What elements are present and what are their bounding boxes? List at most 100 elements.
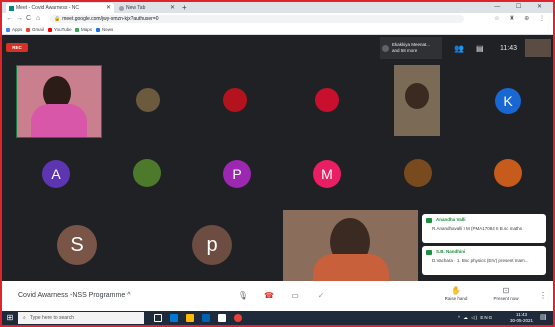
bookmarks-bar: Apps Gmail YouTube Maps News <box>2 25 553 35</box>
present-icon: ⊡ <box>502 286 510 295</box>
home-button[interactable]: ⌂ <box>36 13 40 25</box>
windows-start-button[interactable]: ⊞ <box>5 313 15 323</box>
participant-face <box>405 83 429 109</box>
leave-call-button[interactable]: ☎ <box>262 289 276 303</box>
windows-taskbar: ⊞ ⌕ Type here to search ^ ☁ ◁) ENG 11:43 … <box>2 311 553 325</box>
chat-text: R.Anandhavalli I M (PMA17084 II B.sc mat… <box>432 226 523 231</box>
bookmark-maps[interactable]: Maps <box>75 25 92 34</box>
meeting-details[interactable]: Covid Awarness -NSS Programme ^ <box>18 291 131 301</box>
edge-icon[interactable] <box>170 314 178 322</box>
bookmark-label: Apps <box>12 27 23 32</box>
extension-icons[interactable]: ☆ ♜ ⊕ ⋮ <box>494 13 549 25</box>
chevron-up-icon: ^ <box>127 292 131 299</box>
chat-message-card[interactable]: S.B. Nandhini D.Vachara · 1. Bsc physics… <box>422 246 546 275</box>
meet-favicon-icon <box>9 5 14 11</box>
taskbar-search-placeholder: Type here to search <box>29 315 75 321</box>
task-view-icon[interactable] <box>154 314 162 322</box>
participant-avatar-photo[interactable] <box>136 88 160 112</box>
chat-message-card[interactable]: Anandha Valli R.Anandhavalli I M (PMA170… <box>422 214 546 243</box>
notifications-icon[interactable]: ▤ <box>540 314 548 322</box>
tab-new-tab-label: New Tab <box>126 5 146 11</box>
chat-sender: S.B. Nandhini <box>436 249 466 254</box>
mail-icon[interactable] <box>218 314 226 322</box>
participant-avatar-k[interactable]: K <box>495 88 521 114</box>
news-icon <box>96 27 100 32</box>
taskbar-search-box[interactable]: ⌕ Type here to search <box>18 312 144 324</box>
tab-meet[interactable]: Meet - Covid Awarness - NC ✕ <box>6 3 114 13</box>
present-now-button[interactable]: ⊡ Present now <box>486 285 526 302</box>
chat-message-icon <box>426 250 432 255</box>
people-icon[interactable]: 👥 <box>454 44 464 53</box>
window-controls[interactable]: — ☐ ✕ <box>494 2 549 13</box>
maps-icon <box>75 27 79 32</box>
raise-hand-label: Raise hand <box>444 296 468 301</box>
file-explorer-icon[interactable] <box>186 314 194 322</box>
chat-message-icon <box>426 218 432 223</box>
camera-button[interactable]: ▭ <box>288 289 302 303</box>
browser-toolbar: ← → C ⌂ 🔒 meet.google.com/jwy-xmzn-kjx?au… <box>2 13 553 25</box>
bookmark-label: Maps <box>81 27 93 32</box>
bookmark-apps[interactable]: Apps <box>6 25 22 34</box>
meeting-name: Covid Awarness -NSS Programme <box>18 292 126 299</box>
gmail-icon <box>26 27 30 32</box>
chrome-favicon-icon <box>119 5 124 11</box>
close-tab-icon[interactable]: ✕ <box>170 3 175 13</box>
url-text: meet.google.com/jwy-xmzn-kjx?authuser=0 <box>62 16 159 22</box>
chat-sender: Anandha Valli <box>436 217 466 222</box>
raise-hand-icon: ✋ <box>451 286 461 295</box>
youtube-icon <box>48 27 52 32</box>
chrome-icon[interactable] <box>234 314 242 322</box>
reload-button[interactable]: C <box>26 13 31 25</box>
recording-badge: REC <box>6 43 28 52</box>
bookmark-gmail[interactable]: Gmail <box>26 25 44 34</box>
participant-avatar-photo[interactable] <box>404 159 432 187</box>
participant-video-tile[interactable] <box>394 65 440 136</box>
participant-avatar-photo[interactable] <box>494 159 522 187</box>
check-icon[interactable]: ✓ <box>314 289 328 303</box>
search-icon: ⌕ <box>23 315 26 321</box>
participant-avatar-p[interactable]: P <box>223 160 251 188</box>
bookmark-youtube[interactable]: YouTube <box>48 25 72 34</box>
system-tray[interactable]: ^ ☁ ◁) ENG <box>458 311 493 325</box>
close-tab-icon[interactable]: ✕ <box>106 3 111 13</box>
presenter-chip[interactable]: Ekakkiya Meenat... and 58 more <box>380 37 442 59</box>
more-options-button[interactable]: ⋮ <box>536 289 550 303</box>
meet-bottom-bar: Covid Awarness -NSS Programme ^ 🎙 ☎ ▭ ✓ … <box>2 281 553 311</box>
participant-avatar-s[interactable]: S <box>57 225 97 265</box>
lock-icon: 🔒 <box>54 16 61 22</box>
participant-avatar-a[interactable]: A <box>42 160 70 188</box>
microphone-button[interactable]: 🎙 <box>236 289 250 303</box>
self-view-thumbnail[interactable] <box>525 39 551 57</box>
participant-avatar-photo[interactable] <box>315 88 339 112</box>
participant-shoulders <box>313 254 389 281</box>
bookmark-label: Gmail <box>32 27 44 32</box>
participant-avatar-p-lower[interactable]: p <box>192 225 232 265</box>
tab-new-tab[interactable]: New Tab ✕ <box>116 3 178 13</box>
participant-shoulders <box>31 104 87 137</box>
apps-icon <box>6 27 10 32</box>
taskbar-date: 30-05-2021 <box>510 318 534 323</box>
store-icon[interactable] <box>202 314 210 322</box>
meet-clock: 11:43 <box>500 45 517 52</box>
participant-avatar-m[interactable]: M <box>313 160 341 188</box>
forward-button[interactable]: → <box>16 13 23 25</box>
chat-text: D.Vachara · 1. Bsc physics (EIV) present… <box>432 258 529 263</box>
address-bar[interactable]: 🔒 meet.google.com/jwy-xmzn-kjx?authuser=0 <box>50 15 464 23</box>
bookmark-label: YouTube <box>54 27 72 32</box>
present-now-label: Present now <box>493 296 519 301</box>
participant-video-tile[interactable] <box>283 210 418 281</box>
taskbar-clock[interactable]: 11:43 30-05-2021 <box>510 312 533 324</box>
tab-meet-label: Meet - Covid Awarness - NC <box>16 5 79 11</box>
participant-video-tile[interactable] <box>16 65 102 138</box>
bookmark-news[interactable]: News <box>96 25 113 34</box>
participant-avatar-photo[interactable] <box>223 88 247 112</box>
new-tab-button[interactable]: + <box>182 2 187 13</box>
browser-tab-strip: Meet - Covid Awarness - NC ✕ New Tab ✕ +… <box>2 2 553 13</box>
chat-icon[interactable]: ▤ <box>476 44 484 53</box>
back-button[interactable]: ← <box>6 13 13 25</box>
meet-top-bar: REC Ekakkiya Meenat... and 58 more 👥 ▤ 1… <box>2 35 553 62</box>
participant-avatar-photo[interactable] <box>133 159 161 187</box>
bookmark-label: News <box>102 27 114 32</box>
raise-hand-button[interactable]: ✋ Raise hand <box>436 285 476 302</box>
presenter-avatar <box>382 45 389 52</box>
